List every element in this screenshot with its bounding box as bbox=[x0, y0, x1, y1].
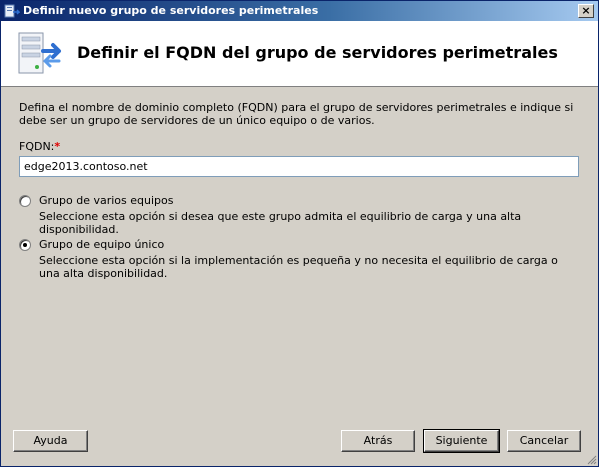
title-bar[interactable]: Definir nuevo grupo de servidores perime… bbox=[1, 1, 598, 21]
dialog-window: Definir nuevo grupo de servidores perime… bbox=[0, 0, 599, 467]
next-button[interactable]: Siguiente bbox=[423, 429, 500, 453]
window-title: Definir nuevo grupo de servidores perime… bbox=[23, 4, 319, 17]
multi-computer-label[interactable]: Grupo de varios equipos bbox=[39, 194, 173, 207]
single-computer-radio[interactable] bbox=[19, 239, 31, 251]
back-button[interactable]: Atrás bbox=[341, 430, 415, 452]
required-mark: * bbox=[54, 140, 61, 153]
fqdn-label: FQDN:* bbox=[19, 140, 60, 153]
resize-grip-icon[interactable] bbox=[587, 455, 597, 465]
single-computer-label[interactable]: Grupo de equipo único bbox=[39, 238, 164, 251]
fqdn-input[interactable] bbox=[19, 156, 579, 177]
cancel-button[interactable]: Cancelar bbox=[507, 430, 581, 452]
single-computer-description: Seleccione esta opción si la implementac… bbox=[39, 254, 558, 280]
fqdn-label-text: FQDN: bbox=[19, 140, 55, 153]
description-text: Defina el nombre de dominio completo (FQ… bbox=[19, 101, 574, 127]
server-arrow-icon bbox=[18, 32, 61, 74]
multi-computer-radio[interactable] bbox=[19, 195, 31, 207]
help-button[interactable]: Ayuda bbox=[13, 430, 88, 452]
wizard-header: Definir el FQDN del grupo de servidores … bbox=[1, 21, 598, 87]
server-group-icon bbox=[4, 4, 20, 18]
multi-computer-description: Seleccione esta opción si desea que este… bbox=[39, 210, 522, 236]
page-title: Definir el FQDN del grupo de servidores … bbox=[77, 43, 558, 62]
close-button[interactable]: × bbox=[578, 4, 594, 18]
